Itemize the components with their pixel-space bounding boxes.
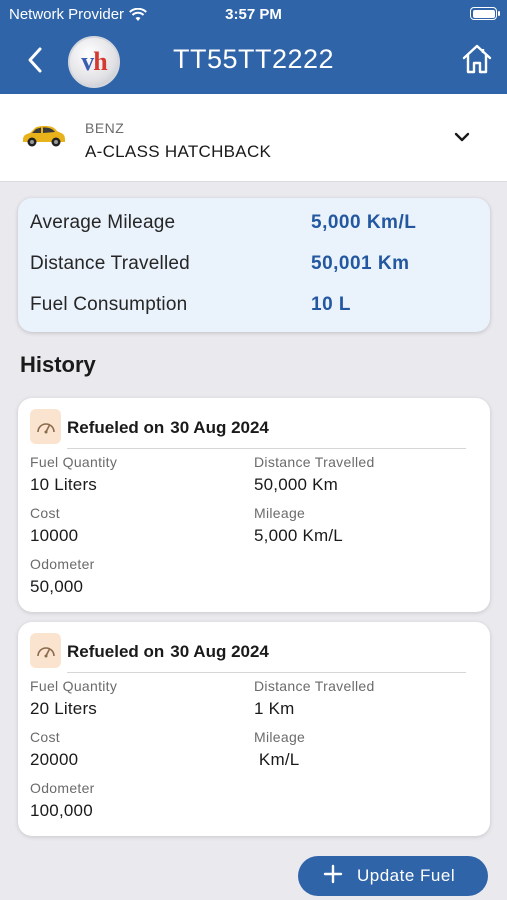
cost-field: Cost 20000 (30, 729, 78, 770)
field-value: 20 Liters (30, 699, 98, 718)
field-label: Fuel Quantity (30, 678, 118, 694)
refuel-label: Refueled on (67, 418, 165, 437)
distance-field: Distance Travelled 50,000 Km (254, 454, 375, 495)
chevron-down-icon[interactable] (453, 130, 471, 144)
summary-value: 50,001 Km (311, 253, 410, 274)
field-value: 1 Km (254, 699, 295, 718)
cost-field: Cost 10000 (30, 505, 78, 546)
refuel-heading: Refueled on 30 Aug 2024 (67, 418, 269, 438)
divider (67, 448, 466, 449)
update-fuel-label: Update Fuel (357, 866, 456, 885)
summary-label: Average Mileage (30, 212, 176, 233)
refuel-date: 30 Aug 2024 (170, 418, 269, 437)
history-heading: History (20, 352, 96, 377)
gauge-icon (30, 409, 61, 444)
field-label: Odometer (30, 780, 95, 796)
field-label: Odometer (30, 556, 95, 572)
field-value: 50,000 Km (254, 475, 339, 494)
mileage-field: Mileage 5,000 Km/L (254, 505, 343, 546)
field-value: 50,000 (30, 577, 84, 596)
history-card[interactable]: Refueled on 30 Aug 2024 Fuel Quantity 10 … (18, 398, 490, 612)
field-label: Fuel Quantity (30, 454, 118, 470)
home-icon (462, 44, 492, 74)
field-label: Distance Travelled (254, 454, 375, 470)
field-value: 100,000 (30, 801, 93, 820)
field-value: 20000 (30, 750, 79, 769)
summary-row-fuel-consumption: Fuel Consumption 10 L (30, 294, 478, 320)
odometer-field: Odometer 100,000 (30, 780, 95, 821)
field-label: Cost (30, 729, 60, 745)
refuel-date: 30 Aug 2024 (170, 642, 269, 661)
update-fuel-button[interactable]: Update Fuel (298, 856, 488, 896)
field-label: Cost (30, 505, 60, 521)
field-label: Mileage (254, 505, 306, 521)
fuel-summary-card: Average Mileage 5,000 Km/L Distance Trav… (18, 198, 490, 332)
home-button[interactable] (461, 43, 493, 75)
field-value: Km/L (254, 750, 300, 769)
field-value: 5,000 Km/L (254, 526, 343, 545)
refuel-heading: Refueled on 30 Aug 2024 (67, 642, 269, 662)
gauge-icon (30, 633, 61, 668)
distance-field: Distance Travelled 1 Km (254, 678, 375, 719)
summary-value: 5,000 Km/L (311, 212, 417, 233)
plus-icon (323, 864, 343, 884)
divider (67, 672, 466, 673)
car-icon (23, 126, 65, 147)
battery-icon (470, 7, 500, 20)
page-title: TT55TT2222 (172, 44, 335, 74)
refuel-label: Refueled on (67, 642, 165, 661)
vehicle-model: A-CLASS HATCHBACK (85, 142, 272, 161)
vehicle-make: BENZ (85, 120, 125, 136)
history-card[interactable]: Refueled on 30 Aug 2024 Fuel Quantity 20 … (18, 622, 490, 836)
summary-row-average-mileage: Average Mileage 5,000 Km/L (30, 212, 478, 238)
app-header: Network Provider 3:57 PM vh TT55TT2222 (0, 0, 507, 94)
status-bar: Network Provider 3:57 PM (0, 0, 507, 28)
vehicle-selector[interactable]: BENZ A-CLASS HATCHBACK (0, 94, 507, 182)
fuel-quantity-field: Fuel Quantity 10 Liters (30, 454, 117, 495)
summary-label: Distance Travelled (30, 253, 190, 274)
field-value: 10 Liters (30, 475, 98, 494)
summary-row-distance-travelled: Distance Travelled 50,001 Km (30, 253, 478, 279)
status-time: 3:57 PM (225, 6, 282, 23)
field-label: Mileage (254, 729, 306, 745)
odometer-field: Odometer 50,000 (30, 556, 95, 597)
summary-value: 10 L (311, 294, 352, 315)
mileage-field: Mileage Km/L (254, 729, 305, 770)
fuel-quantity-field: Fuel Quantity 20 Liters (30, 678, 117, 719)
summary-label: Fuel Consumption (30, 294, 188, 315)
field-value: 10000 (30, 526, 79, 545)
field-label: Distance Travelled (254, 678, 375, 694)
